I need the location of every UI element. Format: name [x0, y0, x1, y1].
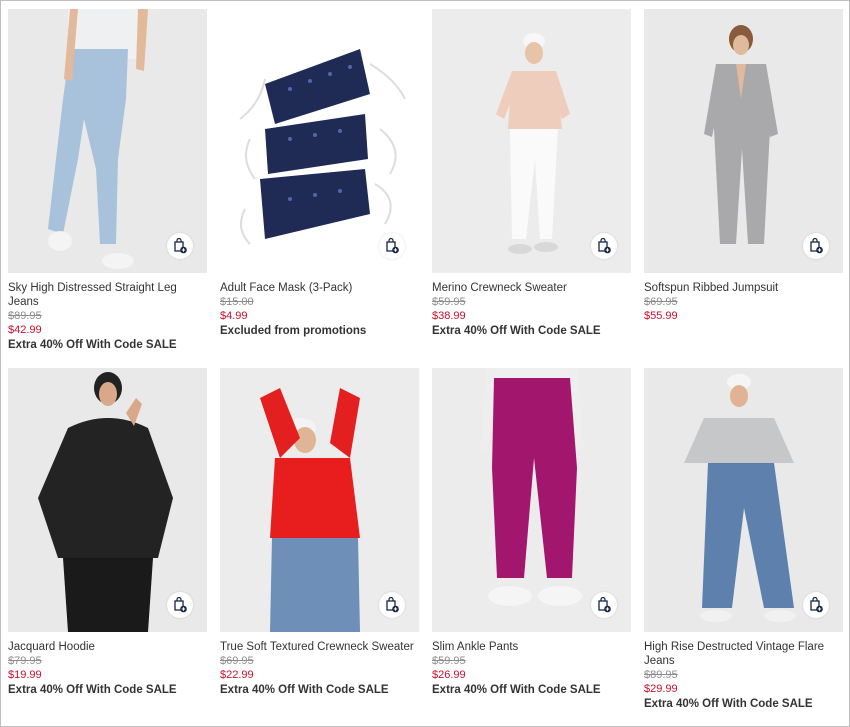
shopping-bag-add-icon	[810, 597, 823, 613]
original-price: $89.95	[644, 669, 678, 681]
product-name[interactable]: Slim Ankle Pants	[432, 640, 631, 654]
product-name[interactable]: Softspun Ribbed Jumpsuit	[644, 281, 843, 295]
sale-price: $22.99	[220, 669, 254, 681]
product-name[interactable]: High Rise Destructed Vintage Flare Jeans	[644, 640, 843, 668]
add-to-bag-button[interactable]	[591, 233, 617, 259]
product-card[interactable]: Slim Ankle Pants $59.95 $26.99 Extra 40%…	[432, 368, 631, 698]
original-price: $69.95	[220, 655, 254, 667]
product-card[interactable]: Sky High Distressed Straight Leg Jeans $…	[8, 9, 207, 353]
original-price: $69.95	[644, 296, 678, 308]
shopping-bag-add-icon	[386, 238, 399, 254]
promo-text: Extra 40% Off With Code SALE	[220, 684, 389, 696]
product-name[interactable]: Merino Crewneck Sweater	[432, 281, 631, 295]
add-to-bag-button[interactable]	[167, 592, 193, 618]
sale-price: $26.99	[432, 669, 466, 681]
product-card[interactable]: True Soft Textured Crewneck Sweater $69.…	[220, 368, 419, 698]
shopping-bag-add-icon	[386, 597, 399, 613]
promo-text: Extra 40% Off With Code SALE	[644, 698, 813, 710]
product-name[interactable]: True Soft Textured Crewneck Sweater	[220, 640, 419, 654]
product-image[interactable]	[8, 9, 207, 273]
add-to-bag-button[interactable]	[803, 233, 829, 259]
shopping-bag-add-icon	[174, 238, 187, 254]
promo-text: Extra 40% Off With Code SALE	[432, 325, 601, 337]
promo-text: Extra 40% Off With Code SALE	[8, 684, 177, 696]
promo-text: Extra 40% Off With Code SALE	[432, 684, 601, 696]
shopping-bag-add-icon	[174, 597, 187, 613]
add-to-bag-button[interactable]	[379, 592, 405, 618]
original-price: $15.00	[220, 296, 254, 308]
sale-price: $19.99	[8, 669, 42, 681]
shopping-bag-add-icon	[810, 238, 823, 254]
promo-text: Extra 40% Off With Code SALE	[8, 339, 177, 351]
product-image[interactable]	[644, 9, 843, 273]
original-price: $79.95	[8, 655, 42, 667]
product-name[interactable]: Jacquard Hoodie	[8, 640, 207, 654]
sale-price: $42.99	[8, 324, 42, 336]
product-card[interactable]: Jacquard Hoodie $79.95 $19.99 Extra 40% …	[8, 368, 207, 698]
sale-price: $38.99	[432, 310, 466, 322]
product-name[interactable]: Adult Face Mask (3-Pack)	[220, 281, 419, 295]
shopping-bag-add-icon	[598, 597, 611, 613]
original-price: $89.95	[8, 310, 42, 322]
shopping-bag-add-icon	[598, 238, 611, 254]
add-to-bag-button[interactable]	[591, 592, 617, 618]
product-card[interactable]: High Rise Destructed Vintage Flare Jeans…	[644, 368, 843, 712]
product-card[interactable]: Adult Face Mask (3-Pack) $15.00 $4.99 Ex…	[220, 9, 419, 339]
product-name[interactable]: Sky High Distressed Straight Leg Jeans	[8, 281, 207, 309]
add-to-bag-button[interactable]	[167, 233, 193, 259]
product-card[interactable]: Merino Crewneck Sweater $59.95 $38.99 Ex…	[432, 9, 631, 339]
product-image[interactable]	[432, 9, 631, 273]
sale-price: $55.99	[644, 310, 678, 322]
product-image[interactable]	[220, 368, 419, 632]
sale-price: $29.99	[644, 683, 678, 695]
original-price: $59.95	[432, 296, 466, 308]
product-image[interactable]	[8, 368, 207, 632]
original-price: $59.95	[432, 655, 466, 667]
promo-text: Excluded from promotions	[220, 325, 367, 337]
product-card[interactable]: Softspun Ribbed Jumpsuit $69.95 $55.99	[644, 9, 843, 324]
product-image[interactable]	[220, 9, 419, 273]
product-image[interactable]	[644, 368, 843, 632]
add-to-bag-button[interactable]	[803, 592, 829, 618]
sale-price: $4.99	[220, 310, 248, 322]
product-image[interactable]	[432, 368, 631, 632]
add-to-bag-button[interactable]	[379, 233, 405, 259]
